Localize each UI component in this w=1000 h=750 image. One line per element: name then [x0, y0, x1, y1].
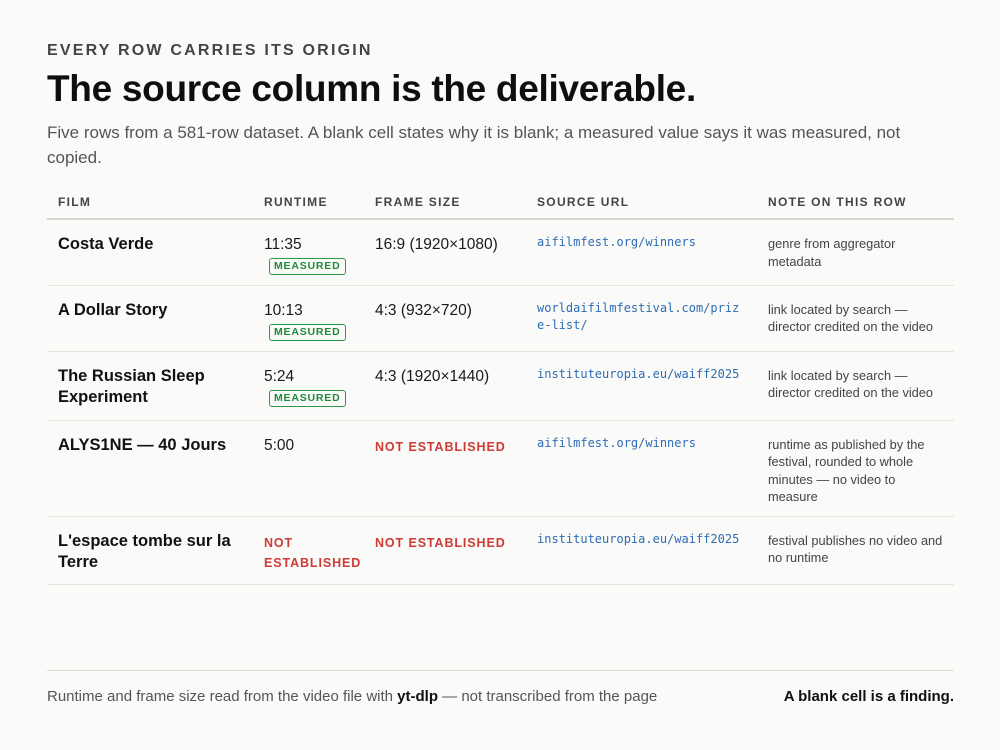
column-header-film: FILM	[47, 186, 253, 220]
runtime-not-established: NOT ESTABLISHED	[253, 516, 364, 585]
runtime-cell: 10:13 MEASURED	[253, 285, 364, 352]
page-subtitle: Five rows from a 581-row dataset. A blan…	[47, 123, 901, 167]
table-row: L'espace tombe sur la Terre NOT ESTABLIS…	[47, 516, 954, 585]
source-url-link[interactable]: aifilmfest.org/winners	[526, 219, 757, 286]
runtime-value: 10:13	[264, 301, 303, 319]
footer-suffix: — not transcribed from the page	[437, 688, 658, 705]
footer-divider	[47, 670, 954, 671]
frame-size-not-established: NOT ESTABLISHED	[364, 516, 526, 585]
column-header-source-url: SOURCE URL	[526, 186, 757, 220]
page-title: The source column is the deliverable.	[47, 68, 696, 109]
source-url-link[interactable]: instituteuropia.eu/waiff2025	[526, 516, 757, 585]
frame-size-not-established: NOT ESTABLISHED	[364, 420, 526, 517]
measured-badge: MEASURED	[269, 323, 346, 341]
table-row: Costa Verde 11:35 MEASURED 16:9 (1920×10…	[47, 219, 954, 286]
film-title: The Russian Sleep Experiment	[47, 351, 253, 421]
film-title: Costa Verde	[47, 219, 253, 286]
measured-badge: MEASURED	[269, 389, 346, 407]
film-title: L'espace tombe sur la Terre	[47, 516, 253, 585]
row-note: genre from aggregator metadata	[757, 219, 954, 286]
row-note: festival publishes no video and no runti…	[757, 516, 954, 585]
frame-size-value: 4:3 (1920×1440)	[364, 351, 526, 421]
runtime-cell: 11:35 MEASURED	[253, 219, 364, 286]
runtime-value: 11:35	[264, 236, 302, 253]
footer-prefix: Runtime and frame size read from the vid…	[47, 688, 398, 705]
measured-badge: MEASURED	[269, 258, 346, 275]
eyebrow: EVERY ROW CARRIES ITS ORIGIN	[47, 42, 373, 59]
column-header-runtime: RUNTIME	[253, 186, 364, 220]
source-url-link[interactable]: instituteuropia.eu/waiff2025	[526, 351, 757, 421]
table-row: A Dollar Story 10:13 MEASURED 4:3 (932×7…	[47, 285, 954, 352]
frame-size-value: 4:3 (932×720)	[364, 285, 526, 352]
footer-tool-name: yt-dlp	[397, 688, 438, 705]
source-url-link[interactable]: aifilmfest.org/winners	[526, 420, 757, 517]
row-note: link located by search — director credit…	[757, 285, 954, 352]
runtime-cell: 5:24 MEASURED	[253, 351, 364, 421]
film-title: A Dollar Story	[47, 285, 253, 352]
column-header-frame-size: FRAME SIZE	[364, 186, 526, 220]
frame-size-value: 16:9 (1920×1080)	[364, 219, 526, 286]
footer-method-note: Runtime and frame size read from the vid…	[47, 688, 657, 705]
film-title: ALYS1NE — 40 Jours	[47, 420, 253, 517]
runtime-value: 5:24	[264, 367, 295, 385]
table-row: ALYS1NE — 40 Jours 5:00 NOT ESTABLISHED …	[47, 420, 954, 517]
column-header-note: NOTE ON THIS ROW	[757, 186, 954, 220]
footer-tagline: A blank cell is a finding.	[783, 688, 954, 705]
dataset-table: FILM RUNTIME FRAME SIZE SOURCE URL NOTE …	[47, 186, 954, 585]
row-note: runtime as published by the festival, ro…	[757, 420, 954, 517]
runtime-value: 5:00	[253, 420, 364, 517]
table-row: The Russian Sleep Experiment 5:24 MEASUR…	[47, 351, 954, 421]
page: EVERY ROW CARRIES ITS ORIGIN The source …	[47, 0, 954, 750]
source-url-link[interactable]: worldaifilmfestival.com/prize-list/	[526, 285, 757, 352]
table-header-row: FILM RUNTIME FRAME SIZE SOURCE URL NOTE …	[47, 186, 954, 220]
row-note: link located by search — director credit…	[757, 351, 954, 421]
